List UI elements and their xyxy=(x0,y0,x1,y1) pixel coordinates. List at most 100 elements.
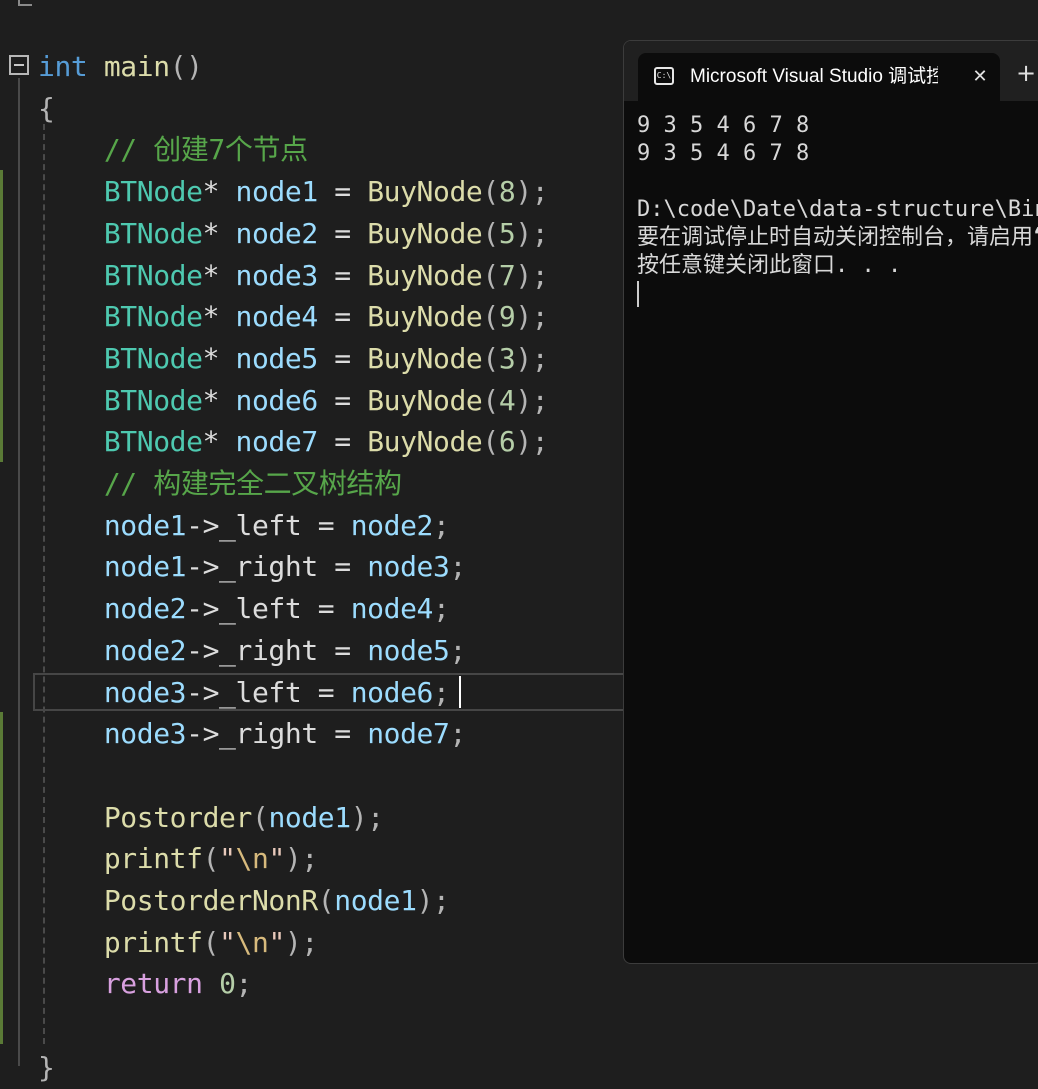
code-token: 5 xyxy=(498,216,516,250)
code-token: node4 xyxy=(235,300,319,334)
code-line[interactable]: printf("\n"); xyxy=(38,922,318,964)
code-token: ( xyxy=(251,800,269,834)
code-token: = xyxy=(317,216,368,250)
code-token: BuyNode xyxy=(367,216,483,250)
close-icon[interactable]: ✕ xyxy=(968,53,992,101)
code-line[interactable]: BTNode* node7 = BuyNode(6); xyxy=(38,421,549,463)
code-token: ; xyxy=(433,508,450,542)
collapse-icon[interactable] xyxy=(9,55,29,75)
code-token: node5 xyxy=(367,633,450,667)
console-output-line: D:\code\Date\data-structure\BinaryTree\x… xyxy=(637,197,1038,222)
code-token: ( xyxy=(317,884,335,917)
code-token: ); xyxy=(515,258,549,292)
console-tab-title: Microsoft Visual Studio 调试控制台 xyxy=(690,66,938,87)
code-line[interactable]: node1->_right = node3; xyxy=(38,546,467,588)
code-line[interactable]: // 创建7个节点 xyxy=(38,129,308,171)
code-token: BuyNode xyxy=(367,341,483,375)
code-token: BuyNode xyxy=(367,175,483,209)
code-line[interactable]: BTNode* node2 = BuyNode(5); xyxy=(38,213,549,255)
console-output-line: 要在调试停止时自动关闭控制台，请启用“工具”->“选项”->“调试” xyxy=(637,225,1038,250)
code-token: " xyxy=(268,925,285,959)
code-line[interactable]: node3->_left = node6; xyxy=(38,672,450,714)
code-line[interactable]: } xyxy=(38,1047,55,1089)
code-token: ); xyxy=(515,383,549,417)
console-cursor xyxy=(637,281,639,307)
code-token: = xyxy=(317,383,368,417)
code-token: 9 xyxy=(498,300,516,334)
change-indicator-bar xyxy=(0,712,3,1044)
code-token: BTNode xyxy=(103,300,203,334)
code-token: ( xyxy=(482,175,499,209)
code-line[interactable]: BTNode* node5 = BuyNode(3); xyxy=(38,338,549,380)
code-token: ->_left = xyxy=(186,675,351,709)
code-line[interactable]: int main() xyxy=(38,46,203,88)
code-token: ( xyxy=(482,258,499,292)
code-token: node7 xyxy=(367,717,450,751)
code-token: node1 xyxy=(268,800,351,834)
code-token: // 创建7个节点 xyxy=(103,133,308,167)
code-token: ); xyxy=(416,884,450,917)
code-token: ; xyxy=(449,550,466,584)
code-line[interactable]: BTNode* node1 = BuyNode(8); xyxy=(38,171,549,213)
debug-console-window[interactable]: C:\ Microsoft Visual Studio 调试控制台 ✕ + 9 … xyxy=(623,40,1038,964)
code-line[interactable]: return 0; xyxy=(38,963,253,1005)
code-token: return xyxy=(103,967,203,1001)
code-line[interactable]: PostorderNonR(node1); xyxy=(38,880,450,922)
code-token: node4 xyxy=(350,592,434,626)
code-token: { xyxy=(38,91,55,125)
code-line[interactable]: BTNode* node6 = BuyNode(4); xyxy=(38,380,549,422)
code-token: ( xyxy=(202,925,220,959)
code-token: // 构建完全二叉树结构 xyxy=(103,467,402,500)
code-token: 7 xyxy=(498,258,516,292)
code-token: * xyxy=(202,175,236,209)
code-token: ); xyxy=(284,842,318,876)
code-token: ); xyxy=(515,341,549,375)
code-token: ( xyxy=(482,216,499,250)
code-token: ->_right = xyxy=(186,717,368,751)
code-token: node2 xyxy=(103,592,187,626)
code-line[interactable]: { xyxy=(38,88,55,130)
code-token: " xyxy=(268,842,285,876)
console-title-bar[interactable]: C:\ Microsoft Visual Studio 调试控制台 ✕ + xyxy=(624,41,1038,101)
code-line[interactable]: node3->_right = node7; xyxy=(38,713,467,755)
code-token: ( xyxy=(482,300,499,334)
code-line[interactable]: printf("\n"); xyxy=(38,838,318,880)
code-token: ->_right = xyxy=(186,633,368,667)
code-line[interactable]: Postorder(node1); xyxy=(38,797,384,839)
code-line[interactable]: BTNode* node3 = BuyNode(7); xyxy=(38,255,549,297)
console-tab[interactable]: C:\ Microsoft Visual Studio 调试控制台 ✕ xyxy=(638,53,1000,101)
code-token: } xyxy=(38,1050,55,1084)
text-caret xyxy=(459,676,461,708)
code-line[interactable]: node1->_left = node2; xyxy=(38,505,450,547)
code-token: ; xyxy=(449,633,466,667)
code-token: \n xyxy=(235,925,269,959)
code-token: node2 xyxy=(350,508,434,542)
code-token: node7 xyxy=(235,425,319,459)
code-token: BTNode xyxy=(103,258,203,292)
code-line[interactable]: // 构建完全二叉树结构 xyxy=(38,463,402,505)
new-tab-button[interactable]: + xyxy=(1016,55,1038,91)
code-line[interactable]: BTNode* node4 = BuyNode(9); xyxy=(38,296,549,338)
code-token: BTNode xyxy=(103,216,203,250)
code-token: ; xyxy=(235,967,253,1001)
code-line[interactable]: node2->_right = node5; xyxy=(38,630,467,672)
code-token: ); xyxy=(515,300,549,334)
code-token: node6 xyxy=(235,383,319,417)
code-line[interactable]: node2->_left = node4; xyxy=(38,588,450,630)
code-token: ->_right = xyxy=(186,550,368,584)
code-token: ); xyxy=(515,175,549,209)
